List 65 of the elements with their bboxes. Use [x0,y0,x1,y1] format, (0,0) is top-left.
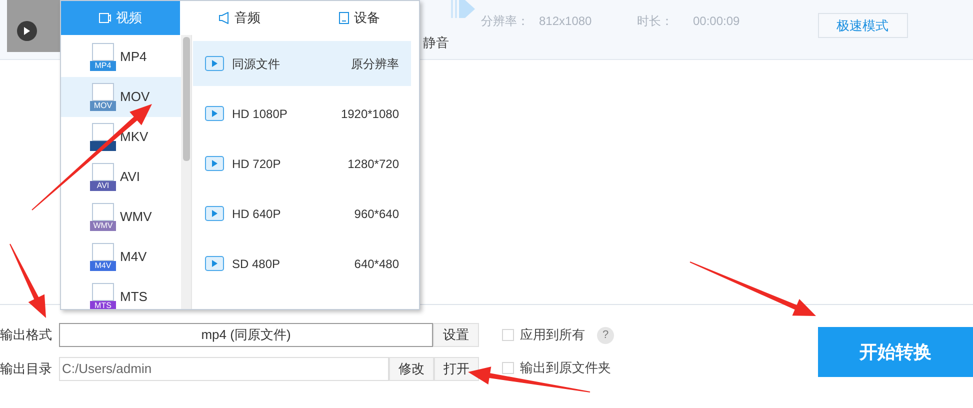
output-dir-label: 输出目录 [0,360,53,378]
help-icon[interactable]: ? [597,326,614,344]
preset-resolution: 1280*720 [348,156,399,172]
format-label: MP4 [120,48,148,66]
play-icon [205,106,224,121]
format-item[interactable]: MTS MTS [61,277,181,309]
play-icon [205,56,224,71]
checkbox[interactable] [502,329,514,341]
checkbox[interactable] [502,362,514,374]
preset-item[interactable]: HD 640P 960*640 [193,191,411,236]
video-thumbnail[interactable] [7,0,60,52]
video-icon [99,13,112,23]
format-item[interactable]: WMV WMV [61,197,181,237]
format-label: MKV [120,128,150,146]
resolution-value: 812x1080 [539,13,593,30]
preset-resolution: 960*640 [354,206,399,222]
file-badge: AVI [90,181,116,191]
file-badge: MOV [90,101,116,111]
preset-resolution: 原分辨率 [351,56,399,72]
resolution-label: 分辨率： [481,13,530,30]
format-tab[interactable]: 音频 [180,1,300,35]
file-badge: MTS [90,301,116,309]
preset-name: HD 640P [232,206,282,222]
format-label: AVI [120,168,141,186]
output-format-label: 输出格式 [0,326,53,344]
preset-item[interactable]: 同源文件 原分辨率 [193,41,411,86]
format-item[interactable]: MP4 MP4 [61,37,181,77]
open-button[interactable]: 打开 [434,357,479,381]
duration-value: 00:00:09 [693,13,740,30]
format-label: MOV [120,88,150,106]
file-badge: WMV [90,221,116,231]
preset-name: HD 1080P [232,106,288,122]
format-item[interactable]: M4V M4V [61,237,181,277]
preset-item[interactable]: HD 1080P 1920*1080 [193,91,411,136]
format-label: M4V [120,248,148,266]
mute-label: 静音 [423,34,449,52]
preset-item[interactable]: HD 720P 1280*720 [193,141,411,186]
play-icon [205,206,224,221]
format-label: WMV [120,208,150,226]
scrollbar-thumb[interactable] [182,37,190,161]
speaker-icon [219,12,230,24]
output-dir-field[interactable]: C:/Users/admin [59,357,389,381]
change-button[interactable]: 修改 [389,357,434,381]
option-label: 输出到原文件夹 [520,359,611,378]
play-icon [205,156,224,171]
output-format-field[interactable]: mp4 (同原文件) [59,323,433,347]
format-item[interactable]: AVI AVI [61,157,181,197]
play-icon [205,256,224,271]
preset-name: 同源文件 [232,56,281,72]
format-tab[interactable]: 设备 [300,1,419,35]
preset-item[interactable]: SD 480P 640*480 [193,241,411,286]
file-badge: MP4 [90,61,116,71]
duration-label: 时长： [637,13,674,30]
preset-name: HD 720P [232,156,282,172]
preset-name: SD 480P [232,256,282,272]
settings-button[interactable]: 设置 [433,323,479,347]
device-icon [338,12,349,24]
play-icon[interactable] [17,21,37,41]
preset-resolution: 640*480 [354,256,399,272]
arrow-icon [451,0,477,20]
file-badge: M4V [90,261,116,271]
option-label: 应用到所有 [520,326,585,344]
format-item[interactable]: MOV MOV [61,77,181,117]
format-label: MTS [120,288,148,306]
preset-resolution: 1920*1080 [340,106,399,122]
